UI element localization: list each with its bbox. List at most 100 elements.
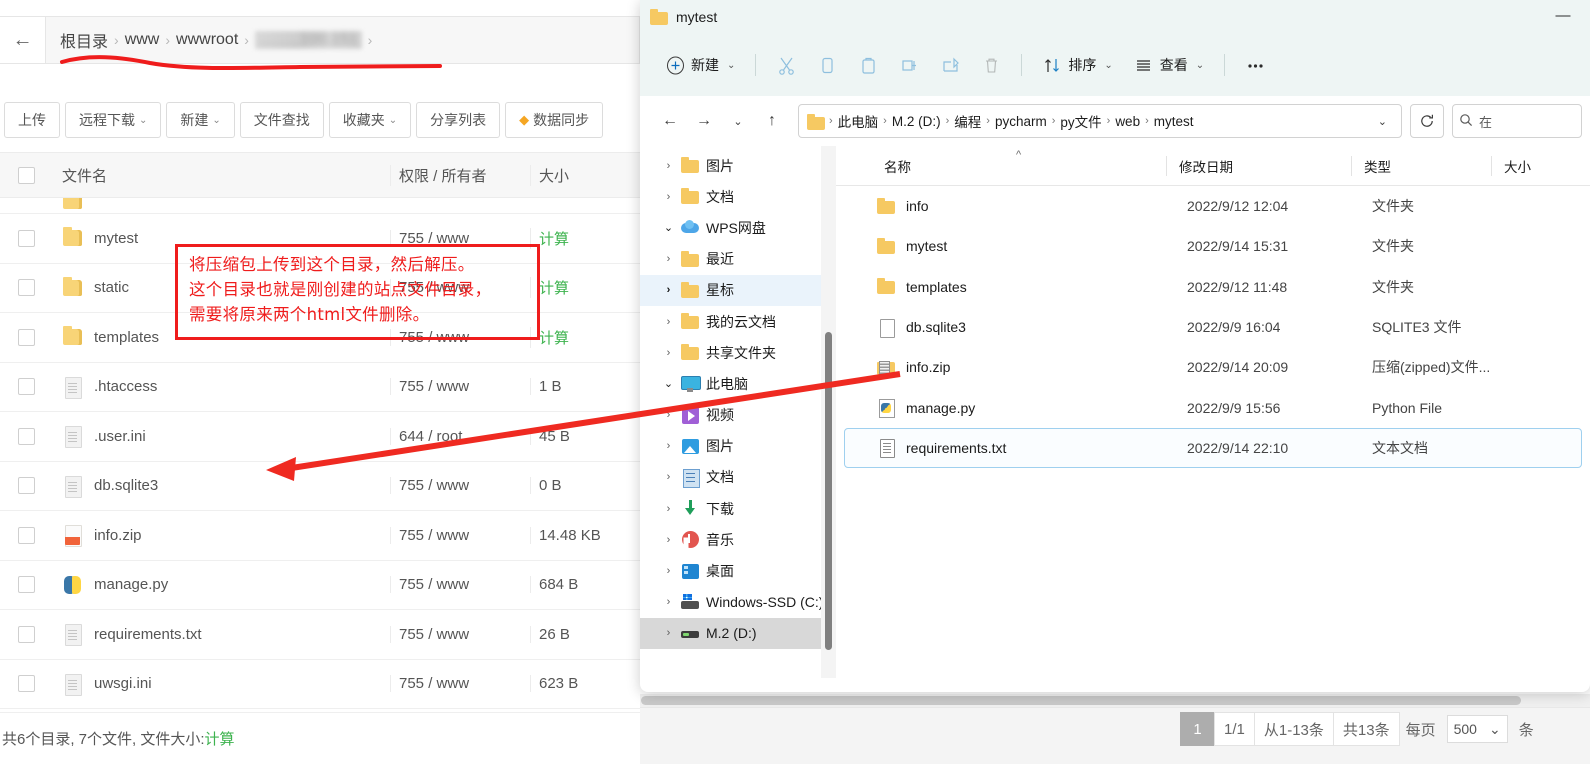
nav-tree-item-music[interactable]: › 音乐 [640, 524, 836, 555]
table-row[interactable]: manage.py 755 / www 684 B [0, 560, 640, 610]
chevron-right-icon[interactable]: › [662, 191, 675, 203]
row-checkbox[interactable] [17, 378, 35, 396]
table-row[interactable]: .htaccess 755 / www 1 B [0, 362, 640, 412]
share-list-button[interactable]: 分享列表 [416, 102, 501, 138]
row-checkbox[interactable] [17, 625, 35, 643]
address-crumb-pyfile[interactable]: py文件 [1060, 111, 1101, 131]
nav-tree-item-down[interactable]: › 下载 [640, 493, 836, 524]
favorites-button[interactable]: 收藏夹 ⌄ [328, 102, 412, 138]
nav-tree-item-folder[interactable]: › 文档 [640, 181, 836, 212]
file-size-cell[interactable]: 计算 [530, 277, 640, 299]
remote-download-button[interactable]: 远程下载 ⌄ [65, 102, 162, 138]
chevron-right-icon[interactable]: › [662, 160, 675, 172]
breadcrumb-item-wwwroot[interactable]: wwwroot [176, 31, 238, 49]
table-row[interactable]: info.zip 755 / www 14.48 KB [0, 511, 640, 561]
nav-tree-item-pc[interactable]: ⌄ 此电脑 [640, 368, 836, 399]
nav-tree-item-doc[interactable]: › 文档 [640, 462, 836, 493]
file-name-label[interactable]: .user.ini [94, 428, 146, 445]
arrow-right-icon[interactable]: → [688, 105, 720, 137]
file-name-label[interactable]: .htaccess [94, 378, 157, 395]
file-name-label[interactable]: manage.py [94, 576, 168, 593]
chevron-down-icon[interactable]: ⌄ [1370, 115, 1395, 128]
column-header-size[interactable]: 大小 [1491, 155, 1590, 176]
file-name-label[interactable]: info.zip [94, 527, 142, 544]
breadcrumb-item-site-redacted[interactable]: ……..100.151 [254, 31, 362, 49]
address-crumb-web[interactable]: web [1115, 114, 1140, 129]
chevron-down-icon[interactable]: ⌄ [662, 221, 675, 234]
file-name-label[interactable]: static [94, 279, 129, 296]
chevron-right-icon[interactable]: › [662, 565, 675, 577]
more-options-button[interactable] [1236, 46, 1274, 84]
per-page-select[interactable]: 500 ⌄ [1446, 715, 1508, 743]
file-row[interactable]: templates 2022/9/12 11:48 文件夹 [844, 267, 1582, 307]
cut-button[interactable] [767, 46, 805, 84]
recent-locations-icon[interactable]: ⌄ [722, 105, 754, 137]
chevron-right-icon[interactable]: › [662, 471, 675, 483]
nav-tree-item-folder[interactable]: › 最近 [640, 244, 836, 275]
nav-tree-item-video[interactable]: › 视频 [640, 400, 836, 431]
chevron-right-icon[interactable]: › [662, 627, 675, 639]
file-name-label[interactable]: mytest [94, 230, 138, 247]
arrow-up-icon[interactable]: ↑ [756, 105, 788, 137]
chevron-right-icon[interactable]: › [662, 347, 675, 359]
search-input[interactable]: 在 [1452, 104, 1582, 138]
nav-tree-item-drivec[interactable]: › Windows-SSD (C:) [640, 587, 836, 618]
column-header-permission[interactable]: 权限 / 所有者 [390, 164, 530, 186]
nav-tree-item-folder[interactable]: › 图片 [640, 150, 836, 181]
row-checkbox[interactable] [17, 279, 35, 297]
file-row[interactable]: requirements.txt 2022/9/14 22:10 文本文档 [844, 427, 1582, 469]
file-name-label[interactable]: uwsgi.ini [94, 675, 152, 692]
file-size-cell[interactable]: 计算 [530, 326, 640, 348]
page-number-1[interactable]: 1 [1180, 712, 1214, 746]
chevron-right-icon[interactable]: › [662, 284, 675, 296]
address-crumb-mytest[interactable]: mytest [1154, 114, 1194, 129]
file-search-button[interactable]: 文件查找 [239, 102, 324, 138]
delete-button[interactable] [972, 46, 1010, 84]
back-arrow-icon[interactable]: ← [0, 17, 46, 63]
chevron-down-icon[interactable]: ⌄ [662, 377, 675, 390]
nav-tree-item-pic[interactable]: › 图片 [640, 431, 836, 462]
chevron-right-icon[interactable]: › [662, 596, 675, 608]
breadcrumb-item-root[interactable]: 根目录 [60, 28, 108, 52]
table-row[interactable] [0, 198, 640, 214]
file-row[interactable]: mytest 2022/9/14 15:31 文件夹 [844, 226, 1582, 266]
chevron-right-icon[interactable]: › [662, 253, 675, 265]
copy-button[interactable] [808, 46, 846, 84]
breadcrumb-item-www[interactable]: www [125, 31, 160, 49]
column-header-name[interactable]: 文件名 [52, 165, 390, 186]
row-checkbox[interactable] [17, 427, 35, 445]
nav-tree-item-drive[interactable]: › M.2 (D:) [640, 617, 836, 649]
share-button[interactable] [931, 46, 969, 84]
file-name-label[interactable]: templates [94, 329, 159, 346]
row-checkbox[interactable] [17, 229, 35, 247]
table-row[interactable]: .user.ini 644 / root 45 B [0, 412, 640, 462]
data-sync-button[interactable]: ◆ 数据同步 [505, 102, 604, 138]
column-header-date[interactable]: 修改日期 [1166, 155, 1351, 176]
file-name-label[interactable]: db.sqlite3 [94, 477, 158, 494]
select-all-checkbox[interactable] [17, 166, 35, 184]
upload-button[interactable]: 上传 [4, 102, 60, 138]
calculate-size-link[interactable]: 计算 [205, 728, 235, 749]
nav-tree-item-folder[interactable]: › 我的云文档 [640, 306, 836, 337]
row-checkbox[interactable] [17, 576, 35, 594]
chevron-right-icon[interactable]: › [662, 503, 675, 515]
file-size-cell[interactable]: 计算 [530, 227, 640, 249]
scrollbar-thumb[interactable] [641, 696, 1521, 705]
chevron-right-icon[interactable]: › [662, 440, 675, 452]
row-checkbox[interactable] [17, 477, 35, 495]
column-header-type[interactable]: 类型 [1351, 155, 1491, 176]
table-row[interactable]: uwsgi.ini 755 / www 623 B [0, 659, 640, 709]
chevron-right-icon[interactable]: › [662, 534, 675, 546]
new-button[interactable]: 新建 ⌄ [656, 46, 744, 84]
view-button[interactable]: 查看 ⌄ [1125, 46, 1213, 84]
explorer-tab[interactable]: mytest [650, 8, 717, 27]
column-header-size[interactable]: 大小 [530, 164, 640, 186]
address-bar[interactable]: › 此电脑 › M.2 (D:) › 编程 › pycharm › py文件 ›… [798, 104, 1402, 138]
minimize-button[interactable]: — [1548, 2, 1578, 28]
nav-tree-item-folder[interactable]: › 星标 [640, 274, 836, 306]
nav-tree-item-desktop[interactable]: › 桌面 [640, 555, 836, 586]
refresh-icon[interactable] [1410, 104, 1444, 138]
nav-tree-item-folder[interactable]: › 共享文件夹 [640, 337, 836, 368]
horizontal-scrollbar[interactable] [640, 694, 1590, 707]
sort-button[interactable]: 排序 ⌄ [1033, 46, 1121, 84]
